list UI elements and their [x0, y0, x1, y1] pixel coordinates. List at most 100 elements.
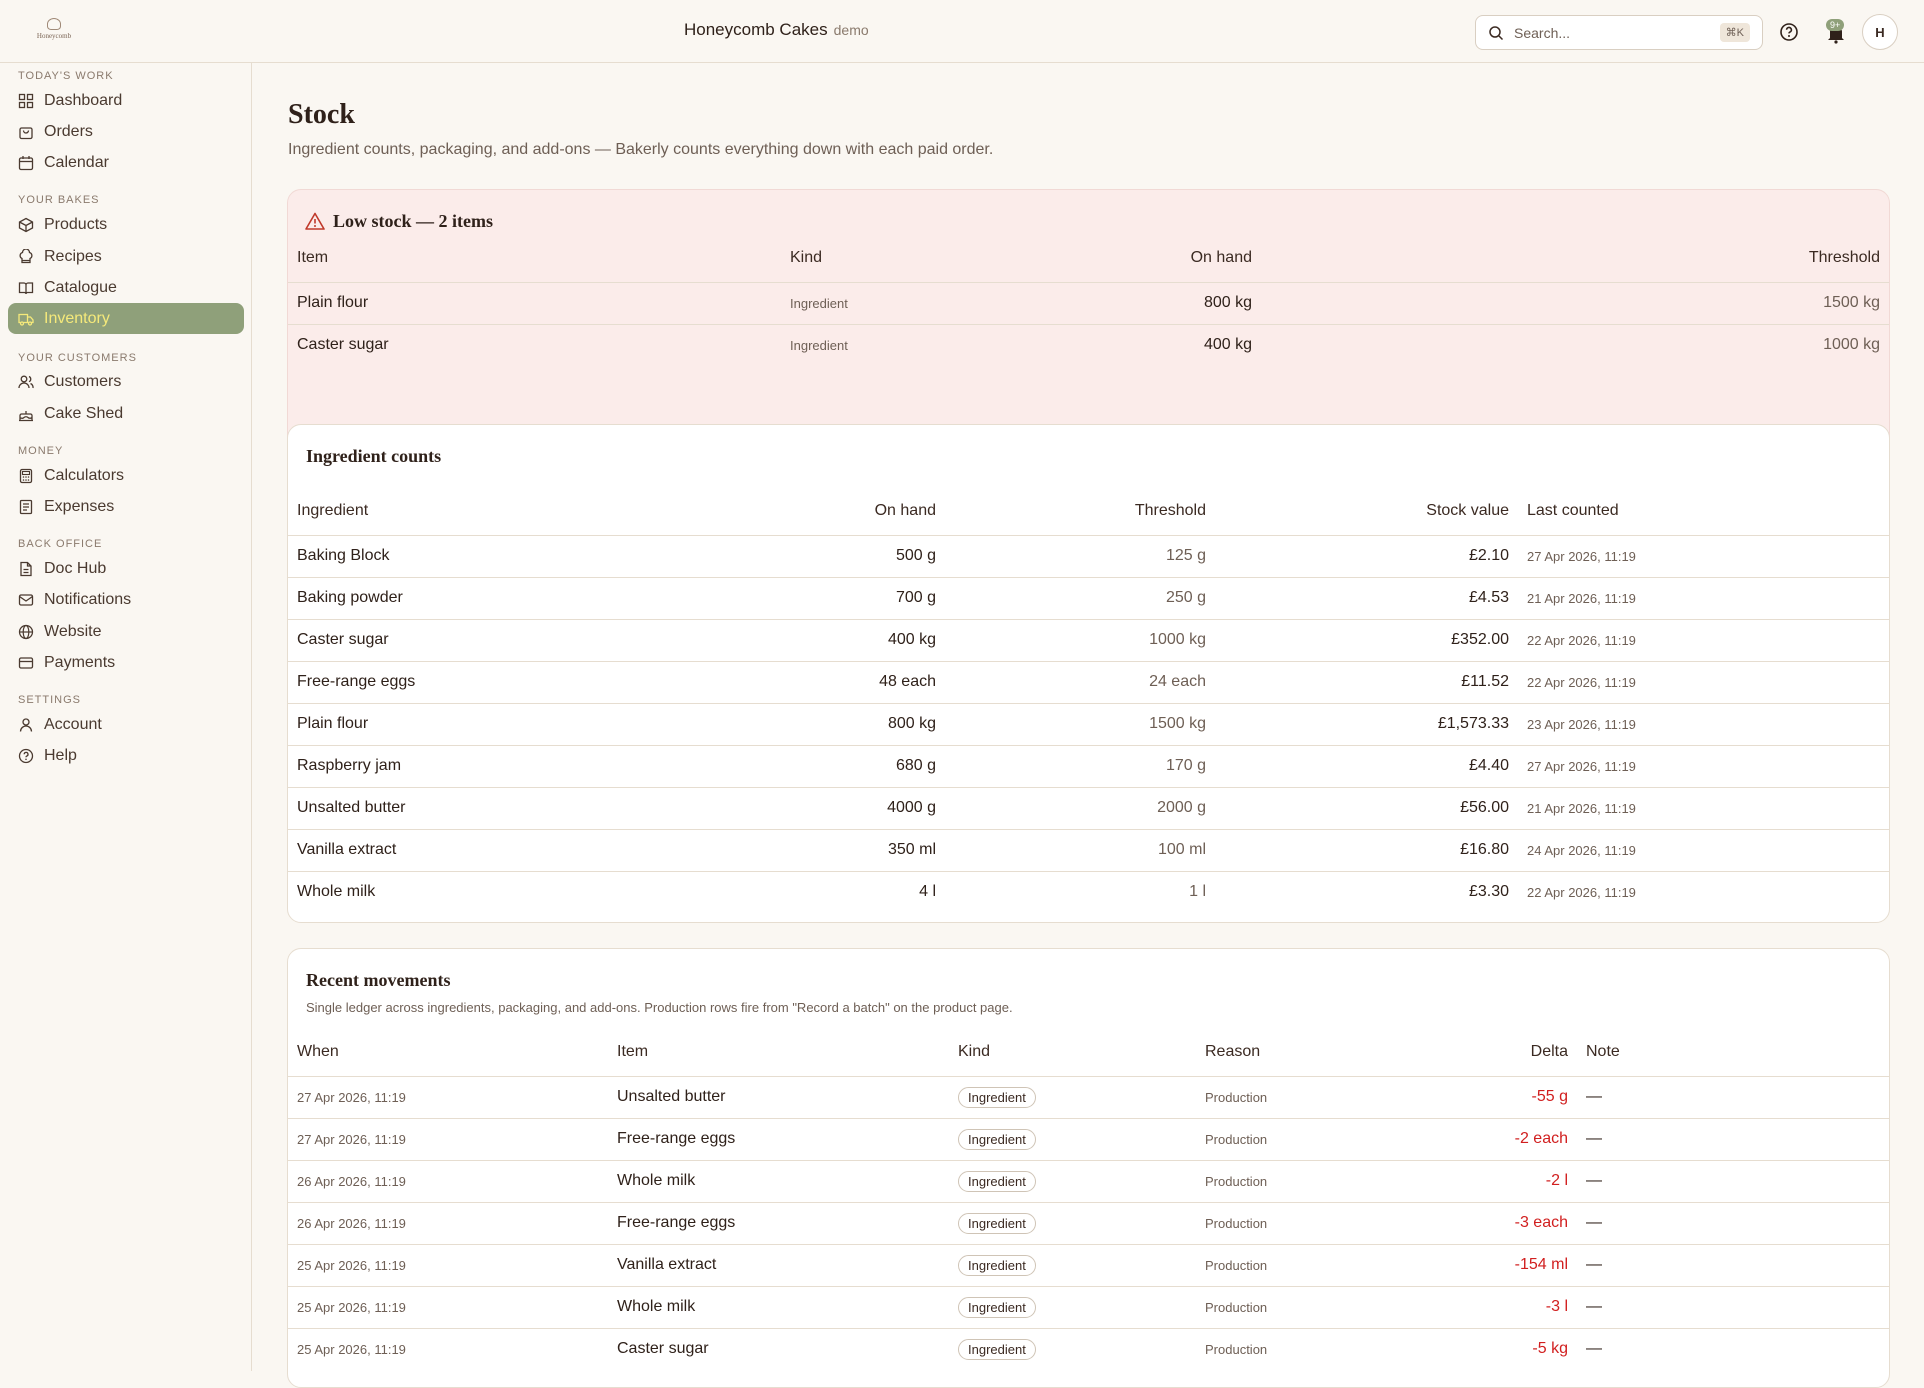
table-row[interactable]: Baking Block 500 g 125 g £2.10 27 Apr 2026, …: [288, 535, 1889, 578]
column-header-item[interactable]: Item: [608, 1028, 949, 1077]
kind-badge: Ingredient: [958, 1170, 1036, 1192]
sidebar-item-label: Orders: [44, 122, 93, 140]
table-row[interactable]: Caster sugar Ingredient 400 kg 1000 kg: [288, 324, 1889, 366]
sidebar-item-catalogue[interactable]: Catalogue: [8, 272, 244, 303]
delta-cell: -3 l: [1371, 1286, 1577, 1329]
table-row[interactable]: 25 Apr 2026, 11:19 Whole milk Ingredient Pr…: [288, 1286, 1889, 1329]
ingredient-name-cell: Free-range eggs: [288, 661, 688, 704]
column-header-stock-value[interactable]: Stock value: [1215, 487, 1518, 536]
sidebar-item-customers[interactable]: Customers: [8, 366, 244, 397]
stock-value-cell: £3.30: [1468, 883, 1509, 901]
table-row[interactable]: 27 Apr 2026, 11:19 Free-range eggs Ingredi…: [288, 1118, 1889, 1161]
table-row[interactable]: Raspberry jam 680 g 170 g £4.40 27 Apr 2026,…: [288, 745, 1889, 788]
sidebar-item-orders[interactable]: Orders: [8, 116, 244, 147]
column-header-kind[interactable]: Kind: [781, 234, 1021, 283]
ingredient-name-cell: Raspberry jam: [288, 745, 688, 788]
table-row[interactable]: Plain flour 800 kg 1500 kg £1,573.33 23 Apr …: [288, 703, 1889, 746]
ingredient-name-cell: Unsalted butter: [288, 787, 688, 830]
sidebar-item-label: Dashboard: [44, 91, 123, 109]
stock-value-cell: £4.53: [1215, 577, 1518, 620]
kind-cell: Ingredient: [949, 1202, 1196, 1245]
avatar[interactable]: H: [1862, 14, 1898, 50]
note-cell: —: [1577, 1202, 1889, 1245]
stock-value-cell: £1,573.33: [1215, 703, 1518, 746]
item-cell: Whole milk: [608, 1160, 949, 1203]
sidebar-item-label: Calendar: [44, 153, 109, 171]
on-hand-cell: 800 kg: [1021, 282, 1261, 325]
table-row[interactable]: 25 Apr 2026, 11:19 Vanilla extract Ingredi…: [288, 1244, 1889, 1287]
bag-icon: [19, 126, 33, 139]
sidebar-item-expenses[interactable]: Expenses: [8, 491, 244, 522]
calculator-icon: [19, 468, 33, 483]
table-row[interactable]: Caster sugar 400 kg 1000 kg £352.00 22 Apr 2…: [288, 619, 1889, 662]
column-header-on-hand[interactable]: On hand: [688, 487, 945, 536]
kind-badge: Ingredient: [958, 1212, 1036, 1234]
when-cell: 25 Apr 2026, 11:19: [297, 1341, 406, 1357]
column-header-threshold[interactable]: Threshold: [1261, 234, 1889, 283]
section-label-todays-work: TODAY'S WORK: [18, 70, 114, 82]
page-title: Stock: [288, 99, 355, 130]
sidebar-item-label: Payments: [44, 653, 116, 671]
kind-cell: Ingredient: [949, 1076, 1196, 1119]
reason-cell: Production: [1196, 1202, 1371, 1245]
page-subtitle: Ingredient counts, packaging, and add-on…: [288, 141, 994, 158]
ingredient-name-cell: Whole milk: [297, 883, 376, 901]
low-stock-title: Low stock — 2 items: [333, 211, 493, 231]
table-row[interactable]: Vanilla extract 350 ml 100 ml £16.80 24 Apr …: [288, 829, 1889, 872]
column-header-last-counted[interactable]: Last counted: [1518, 487, 1889, 536]
column-header-kind[interactable]: Kind: [949, 1028, 1196, 1077]
sidebar-item-label: Catalogue: [44, 278, 117, 296]
column-header-on-hand[interactable]: On hand: [1021, 234, 1261, 283]
column-header-delta[interactable]: Delta: [1371, 1028, 1577, 1077]
search-placeholder: Search...: [1514, 24, 1571, 41]
column-header-reason[interactable]: Reason: [1196, 1028, 1371, 1077]
sidebar-item-payments[interactable]: Payments: [8, 647, 244, 678]
sidebar-item-account[interactable]: Account: [8, 709, 244, 740]
stock-value-cell: £11.52: [1215, 661, 1518, 704]
column-header-item[interactable]: Item: [288, 234, 781, 283]
table-row[interactable]: 25 Apr 2026, 11:19 Caster sugar Ingredient…: [288, 1328, 1889, 1370]
on-hand-cell: 4000 g: [688, 787, 945, 830]
last-counted-cell: 27 Apr 2026, 11:19: [1518, 745, 1889, 788]
column-header-threshold[interactable]: Threshold: [945, 487, 1215, 536]
sidebar-item-doc-hub[interactable]: Doc Hub: [8, 553, 244, 584]
help-icon[interactable]: [1779, 22, 1799, 42]
table-row[interactable]: 27 Apr 2026, 11:19 Unsalted butter Ingredi…: [288, 1076, 1889, 1119]
table-row[interactable]: Unsalted butter 4000 g 2000 g £56.00 21 Apr …: [288, 787, 1889, 830]
stock-value-cell: £56.00: [1215, 787, 1518, 830]
sidebar-item-products[interactable]: Products: [8, 209, 244, 240]
sidebar-item-calendar[interactable]: Calendar: [8, 147, 244, 178]
sidebar-item-inventory[interactable]: Inventory: [8, 303, 244, 334]
column-header-when[interactable]: When: [288, 1028, 608, 1077]
when-cell: 25 Apr 2026, 11:19: [288, 1286, 608, 1329]
table-row[interactable]: Plain flour Ingredient 800 kg 1500 kg: [288, 282, 1889, 325]
sidebar-item-recipes[interactable]: Recipes: [8, 241, 244, 272]
sidebar-item-website[interactable]: Website: [8, 616, 244, 647]
table-row[interactable]: Baking powder 700 g 250 g £4.53 21 Apr 2026,…: [288, 577, 1889, 620]
logo[interactable]: Honeycomb: [36, 18, 72, 46]
sidebar-item-label: Website: [44, 622, 102, 640]
sidebar-item-dashboard[interactable]: Dashboard: [8, 85, 244, 116]
sidebar-item-notifications[interactable]: Notifications: [8, 584, 244, 615]
table-row[interactable]: 26 Apr 2026, 11:19 Whole milk Ingredient Pr…: [288, 1160, 1889, 1203]
card-icon: [18, 656, 34, 669]
on-hand-cell: 500 g: [688, 535, 945, 578]
sidebar-item-help[interactable]: Help: [8, 740, 244, 771]
table-row[interactable]: Free-range eggs 48 each 24 each £11.52 22 Ap…: [288, 661, 1889, 704]
sidebar-item-cake-shed[interactable]: Cake Shed: [8, 398, 244, 429]
low-stock-card: Low stock — 2 items Item Kind On hand Th…: [287, 189, 1890, 462]
sidebar-item-calculators[interactable]: Calculators: [8, 460, 244, 491]
section-label-settings: SETTINGS: [18, 694, 82, 706]
notifications-button[interactable]: 9+: [1824, 19, 1848, 44]
table-row[interactable]: Whole milk 4 l 1 l £3.30 22 Apr 2026, 11:19: [288, 871, 1889, 913]
search-input[interactable]: Search... ⌘K: [1475, 15, 1763, 50]
kind-cell: Ingredient: [790, 337, 848, 353]
sidebar-item-label: Cake Shed: [44, 404, 124, 422]
column-header-ingredient[interactable]: Ingredient: [288, 487, 688, 536]
kind-badge: Ingredient: [958, 1086, 1036, 1108]
item-cell: Unsalted butter: [608, 1076, 949, 1119]
kind-cell: Ingredient: [949, 1244, 1196, 1287]
table-row[interactable]: 26 Apr 2026, 11:19 Free-range eggs Ingredi…: [288, 1202, 1889, 1245]
column-header-note[interactable]: Note: [1577, 1028, 1889, 1077]
ingredient-name-cell: Vanilla extract: [288, 829, 688, 872]
